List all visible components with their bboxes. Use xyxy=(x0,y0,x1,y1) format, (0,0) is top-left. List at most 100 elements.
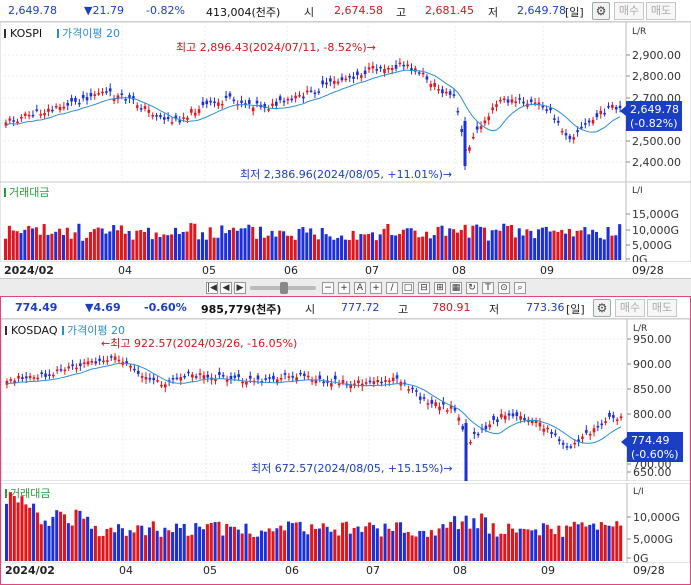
volume-bar xyxy=(258,226,262,260)
candle xyxy=(148,377,152,380)
volume-bar xyxy=(146,227,150,260)
volume-bar xyxy=(173,227,178,260)
text-tool-icon[interactable]: A xyxy=(354,282,366,294)
kosdaq-price-chart[interactable]: 950.00900.00850.00800.00750.00700.00650.… xyxy=(1,319,690,481)
volume-bar xyxy=(444,235,448,260)
volume-bar xyxy=(545,524,549,561)
gear-icon[interactable]: ⚙ xyxy=(592,2,610,20)
candle xyxy=(514,101,518,104)
candle xyxy=(267,109,270,111)
scroll-right-icon[interactable]: ▶ xyxy=(234,282,246,294)
candle xyxy=(390,67,394,70)
volume-bar xyxy=(348,533,352,561)
zoom-in-icon[interactable]: + xyxy=(338,282,350,294)
candle xyxy=(387,67,390,70)
candle xyxy=(372,381,376,384)
candle xyxy=(50,109,54,112)
candle xyxy=(411,387,414,390)
candle xyxy=(344,78,348,81)
search-icon[interactable]: ⌕ xyxy=(514,282,526,294)
scroll-start-icon[interactable]: |◀ xyxy=(206,282,218,294)
candle xyxy=(117,359,121,362)
candle xyxy=(31,114,35,117)
kospi-volume-chart[interactable]: 15,000G 10,000G 5,000G0G 거래대금 L/I xyxy=(0,182,691,262)
y-tick-label: 800.00 xyxy=(633,408,672,421)
grid-icon[interactable]: ⊞ xyxy=(434,282,446,294)
kosdaq-sell-button[interactable]: 매도 xyxy=(647,299,677,317)
candle xyxy=(166,117,170,120)
volume-bar xyxy=(471,225,475,260)
volume-bar xyxy=(459,229,463,260)
kosdaq-buy-button[interactable]: 매수 xyxy=(615,299,645,317)
volume-bar xyxy=(144,535,148,561)
volume-bar xyxy=(231,227,235,260)
candle xyxy=(587,120,591,123)
gear-icon[interactable]: ⚙ xyxy=(593,299,611,317)
volume-bar xyxy=(47,525,51,561)
candle xyxy=(506,99,510,103)
candle xyxy=(201,101,205,106)
kospi-buy-button[interactable]: 매수 xyxy=(614,2,644,20)
kosdaq-volume-chart[interactable]: 10,000G 5,000G 0G 거래대금 L/I xyxy=(1,483,690,563)
kospi-volume: 413,004(천주) xyxy=(206,6,281,19)
volume-bar xyxy=(255,238,259,260)
volume-bar xyxy=(594,231,599,260)
x-label-start: 2024/02 xyxy=(4,264,54,277)
volume-bar xyxy=(136,525,140,561)
legend-ma: 가격이평 20 xyxy=(62,27,120,40)
candle xyxy=(500,414,503,418)
zoom-out-icon[interactable]: − xyxy=(322,282,334,294)
reset-icon[interactable]: ⊙ xyxy=(498,282,510,294)
split-icon[interactable]: ⊟ xyxy=(418,282,430,294)
candle xyxy=(417,72,421,74)
refresh-icon[interactable]: ↻ xyxy=(466,282,478,294)
kospi-price-chart[interactable]: 2,900.002,800.002,700.002,600.002,500.00… xyxy=(0,22,691,182)
volume-bar xyxy=(310,524,314,561)
y-tick-label: 2,900.00 xyxy=(632,49,681,62)
candle xyxy=(592,428,596,433)
candle xyxy=(109,356,113,358)
volume-bar xyxy=(490,230,494,260)
candle xyxy=(133,368,136,371)
volume-bar xyxy=(89,528,94,561)
candle xyxy=(23,113,27,116)
x-label: 05 xyxy=(203,564,217,577)
chart-icon[interactable]: ▦ xyxy=(450,282,462,294)
candle xyxy=(615,419,619,422)
volume-bar xyxy=(468,528,472,561)
crosshair-icon[interactable]: + xyxy=(370,282,382,294)
volume-bar xyxy=(289,235,293,260)
volume-bar xyxy=(502,223,506,260)
candle xyxy=(522,101,525,104)
kosdaq-low-label: 저 xyxy=(489,303,500,316)
candle xyxy=(40,372,43,374)
candle xyxy=(229,376,233,380)
text-icon[interactable]: T xyxy=(482,282,494,294)
candle xyxy=(581,436,584,439)
volume-bar xyxy=(294,522,298,561)
volume-bar xyxy=(537,229,541,260)
volume-bar xyxy=(584,526,588,561)
candle xyxy=(9,379,13,381)
kosdaq-period[interactable]: [일] xyxy=(566,301,585,317)
volume-bar xyxy=(433,535,437,561)
candle xyxy=(290,98,294,101)
volume-bar xyxy=(66,523,70,561)
volume-bar xyxy=(375,528,379,561)
box-tool-icon[interactable]: □ xyxy=(402,282,414,294)
volume-bar xyxy=(120,528,124,561)
candle xyxy=(90,361,94,363)
kospi-sell-button[interactable]: 매도 xyxy=(646,2,676,20)
scroll-thumb[interactable] xyxy=(280,282,288,294)
kospi-period[interactable]: [일] xyxy=(565,4,584,20)
candle xyxy=(155,115,158,117)
volume-bar xyxy=(200,232,205,260)
scroll-left-icon[interactable]: ◀ xyxy=(220,282,232,294)
volume-bar xyxy=(302,531,306,561)
volume-bar xyxy=(494,229,498,260)
candle xyxy=(507,413,511,416)
volume-bar xyxy=(124,535,128,561)
volume-bar xyxy=(244,523,248,561)
candle xyxy=(415,390,418,392)
line-tool-icon[interactable]: / xyxy=(386,282,398,294)
